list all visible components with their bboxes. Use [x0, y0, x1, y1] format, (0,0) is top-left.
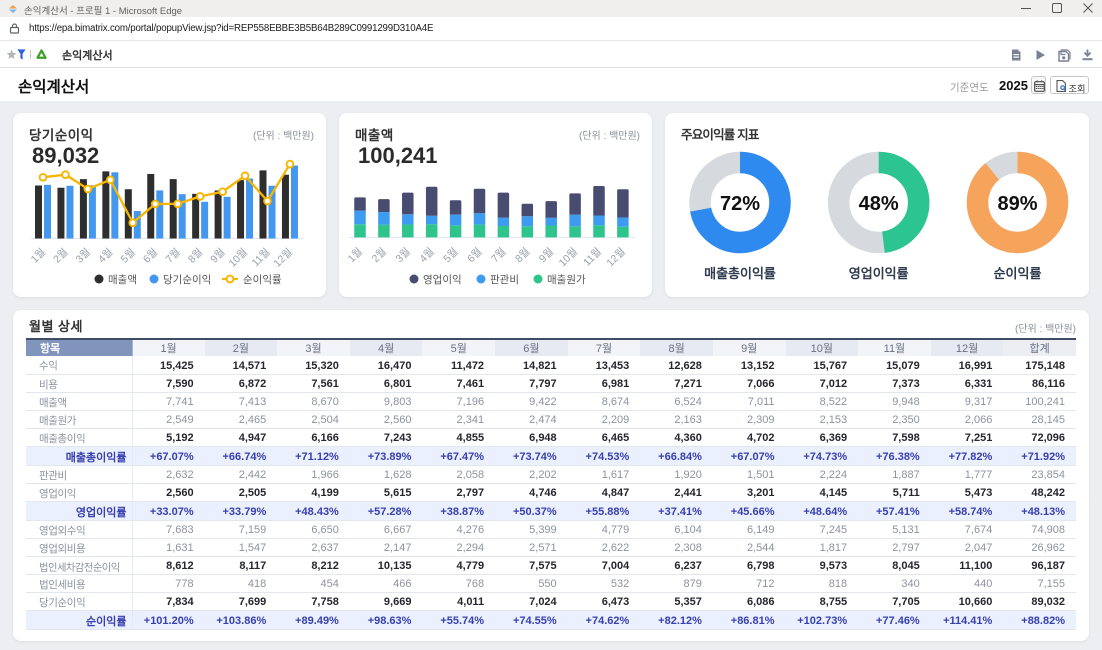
- svg-text:7월: 7월: [489, 246, 508, 265]
- svg-text:3월: 3월: [74, 246, 93, 265]
- svg-text:2월: 2월: [370, 246, 389, 265]
- svg-text:72%: 72%: [720, 193, 760, 215]
- svg-text:매출액: 매출액: [108, 274, 137, 286]
- svg-text:12월: 12월: [271, 246, 295, 270]
- svg-text:10월: 10월: [227, 246, 251, 270]
- svg-text:8월: 8월: [513, 246, 532, 265]
- svg-text:당기순이익: 당기순이익: [163, 274, 211, 286]
- svg-text:9월: 9월: [537, 246, 556, 265]
- svg-text:89%: 89%: [997, 193, 1037, 215]
- svg-text:3월: 3월: [393, 246, 412, 265]
- svg-text:4월: 4월: [96, 246, 115, 265]
- svg-text:매출총이익률: 매출총이익률: [704, 266, 776, 281]
- svg-text:5월: 5월: [118, 246, 137, 265]
- svg-text:9월: 9월: [208, 246, 227, 265]
- svg-text:매출원가: 매출원가: [547, 274, 586, 286]
- svg-text:10월: 10월: [557, 246, 581, 270]
- svg-text:4월: 4월: [417, 246, 436, 265]
- svg-text:11월: 11월: [250, 246, 273, 269]
- svg-text:7월: 7월: [163, 246, 182, 265]
- svg-text:1월: 1월: [346, 246, 365, 265]
- svg-text:12월: 12월: [604, 246, 628, 270]
- svg-text:2월: 2월: [51, 246, 70, 265]
- svg-text:영업이익: 영업이익: [423, 273, 462, 286]
- svg-text:순이익률: 순이익률: [994, 266, 1042, 281]
- svg-text:판관비: 판관비: [490, 274, 519, 286]
- svg-text:순이익률: 순이익률: [243, 274, 282, 286]
- svg-text:1월: 1월: [29, 246, 48, 265]
- svg-text:48%: 48%: [859, 193, 899, 215]
- svg-text:5월: 5월: [441, 246, 460, 265]
- svg-text:6월: 6월: [141, 246, 160, 265]
- svg-text:8월: 8월: [186, 246, 205, 265]
- svg-text:영업이익률: 영업이익률: [849, 266, 909, 281]
- svg-text:6월: 6월: [465, 246, 484, 265]
- svg-text:11월: 11월: [581, 246, 604, 269]
